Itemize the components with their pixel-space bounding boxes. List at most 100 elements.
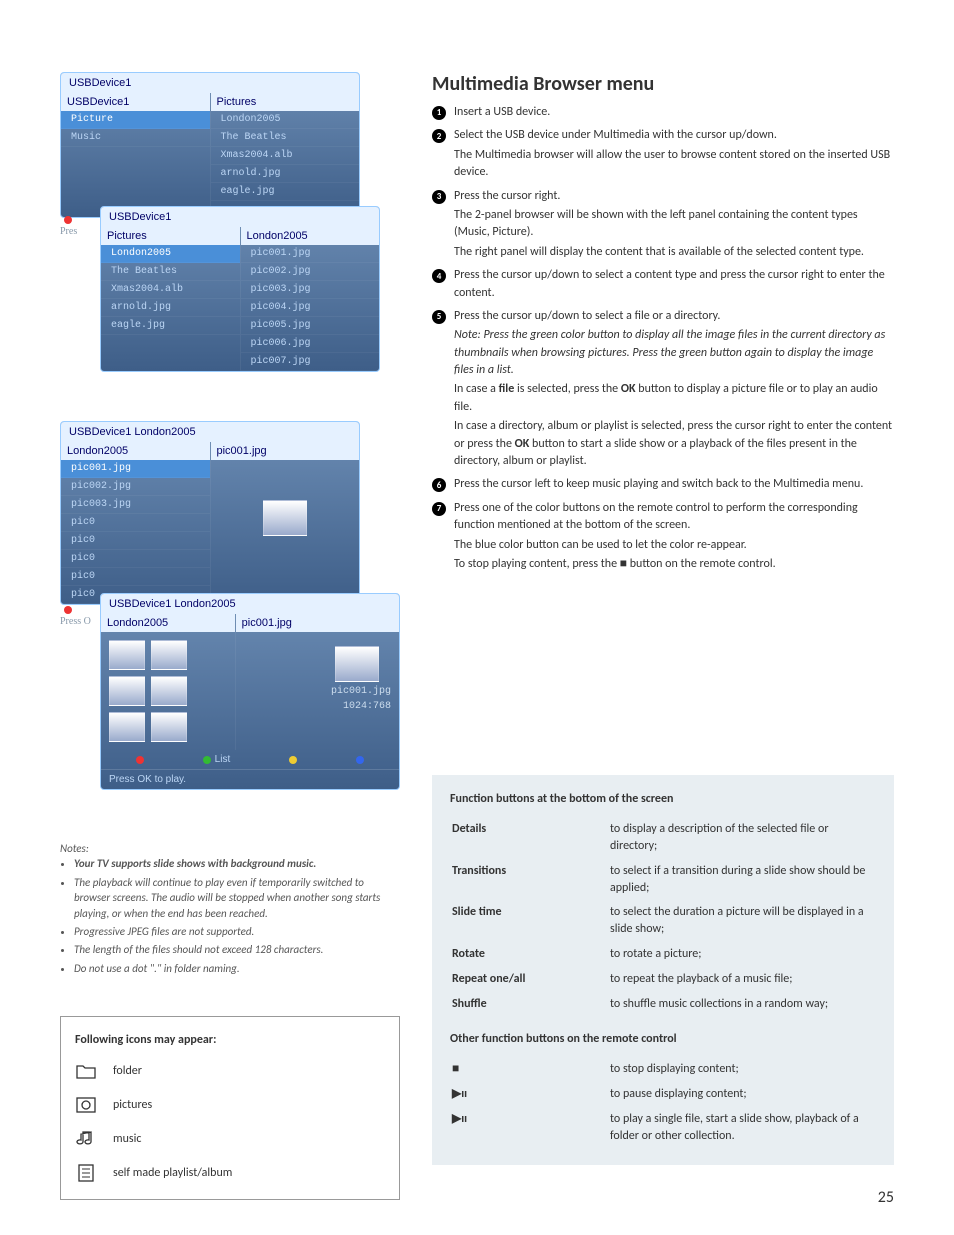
step-number-icon: 1 — [432, 106, 446, 120]
func-key: ▶ıı — [452, 1108, 608, 1148]
thumb — [151, 640, 187, 670]
list-item: pic002.jpg — [241, 263, 380, 281]
func-val: to rotate a picture; — [610, 943, 874, 966]
func-val: to stop displaying content; — [610, 1058, 874, 1081]
step-number-icon: 4 — [432, 269, 446, 283]
panel-header-left: USBDevice1 — [61, 93, 210, 111]
icon-label: folder — [113, 1064, 142, 1078]
page-number: 25 — [878, 1188, 894, 1207]
red-dot-icon — [64, 216, 72, 224]
panel-header-left: London2005 — [61, 442, 210, 460]
list-item: pic006.jpg — [241, 335, 380, 353]
func-val: to select if a transition during a slide… — [610, 860, 874, 900]
thumb — [151, 712, 187, 742]
function-buttons-box: Function buttons at the bottom of the sc… — [432, 775, 894, 1165]
step-number-icon: 3 — [432, 190, 446, 204]
list-item: pic007.jpg — [241, 353, 380, 371]
breadcrumb: USBDevice1 London2005 — [61, 422, 359, 442]
func-key: Slide time — [452, 901, 608, 941]
note-item: Do not use a dot "." in folder naming. — [74, 961, 400, 976]
blue-dot-icon — [356, 756, 364, 764]
func-val: to play a single file, start a slide sho… — [610, 1108, 874, 1148]
red-dot-icon — [64, 606, 72, 614]
func-key: Details — [452, 818, 608, 858]
yellow-dot-icon — [289, 756, 297, 764]
list-item: pic0 — [61, 568, 210, 586]
func-val: to select the duration a picture will be… — [610, 901, 874, 941]
music-icon — [75, 1129, 97, 1149]
step-text: Insert a USB device. — [454, 104, 894, 121]
browser-panel-2a: USBDevice1 London2005 London2005 pic001.… — [60, 421, 360, 605]
icon-label: pictures — [113, 1098, 152, 1112]
func-val: to display a description of the selected… — [610, 818, 874, 858]
func-key: Repeat one/all — [452, 968, 608, 991]
function-box-title2: Other function buttons on the remote con… — [450, 1031, 876, 1048]
playlist-icon — [75, 1163, 97, 1183]
list-item: pic005.jpg — [241, 317, 380, 335]
step-text: Select the USB device under Multimedia w… — [454, 127, 894, 144]
icon-label: music — [113, 1132, 141, 1146]
list-item: pic003.jpg — [241, 281, 380, 299]
folder-icon — [75, 1061, 97, 1081]
icons-legend-title: Following icons may appear: — [75, 1033, 385, 1047]
list-item: Picture — [61, 111, 210, 129]
list-item: Xmas2004.alb — [211, 147, 360, 165]
icon-label: self made playlist/album — [113, 1166, 232, 1180]
list-item: pic002.jpg — [61, 478, 210, 496]
list-item: eagle.jpg — [211, 183, 360, 201]
func-key: ■ — [452, 1058, 608, 1081]
list-item: pic0 — [61, 514, 210, 532]
step-number-icon: 6 — [432, 478, 446, 492]
footer-hint: Pres — [60, 226, 400, 237]
breadcrumb: USBDevice1 London2005 — [101, 594, 399, 614]
meta-resolution: 1024:768 — [236, 701, 399, 716]
step-text: The Multimedia browser will allow the us… — [454, 147, 894, 182]
list-item: pic0 — [61, 532, 210, 550]
list-item: Music — [61, 129, 210, 147]
list-item: pic001.jpg — [61, 460, 210, 478]
meta-filename: pic001.jpg — [236, 686, 399, 701]
thumb — [151, 676, 187, 706]
preview-thumb — [335, 646, 379, 682]
red-dot-icon — [136, 756, 144, 764]
page-title: Multimedia Browser menu — [432, 72, 894, 96]
step-text: In case a file is selected, press the OK… — [454, 381, 894, 416]
step-text: Press one of the color buttons on the re… — [454, 500, 894, 535]
function-box-title: Function buttons at the bottom of the sc… — [450, 791, 876, 808]
note-item: Progressive JPEG files are not supported… — [74, 924, 400, 939]
list-item: arnold.jpg — [101, 299, 240, 317]
step-text: Press the cursor up/down to select a fil… — [454, 308, 894, 325]
list-item: The Beatles — [101, 263, 240, 281]
func-key: Rotate — [452, 943, 608, 966]
browser-stack-2: USBDevice1 London2005 London2005 pic001.… — [60, 421, 400, 817]
footer-hint: Press OK to play. — [101, 769, 399, 789]
breadcrumb: USBDevice1 — [101, 207, 379, 227]
list-item: pic001.jpg — [241, 245, 380, 263]
step-text: The blue color button can be used to let… — [454, 537, 894, 554]
note-item: The length of the files should not excee… — [74, 942, 400, 957]
func-val: to repeat the playback of a music file; — [610, 968, 874, 991]
step-text: Press the cursor left to keep music play… — [454, 476, 894, 493]
step-number-icon: 5 — [432, 310, 446, 324]
thumb — [109, 676, 145, 706]
footer-hint: Press O — [60, 616, 400, 627]
thumb — [109, 712, 145, 742]
step-number-icon: 7 — [432, 502, 446, 516]
list-item: pic004.jpg — [241, 299, 380, 317]
thumb — [109, 640, 145, 670]
panel-header-right: Pictures — [211, 93, 360, 111]
pictures-icon — [75, 1095, 97, 1115]
icons-legend-box: Following icons may appear: folder pictu… — [60, 1016, 400, 1200]
list-item: London2005 — [211, 111, 360, 129]
browser-panel-1a: USBDevice1 USBDevice1 Picture Music Pict… — [60, 72, 360, 218]
notes-block: Notes: Your TV supports slide shows with… — [60, 841, 400, 976]
breadcrumb: USBDevice1 — [61, 73, 359, 93]
list-item: pic003.jpg — [61, 496, 210, 514]
step-text: To stop playing content, press the ■ but… — [454, 556, 894, 573]
list-item: eagle.jpg — [101, 317, 240, 335]
list-item: The Beatles — [211, 129, 360, 147]
browser-stack-1: USBDevice1 USBDevice1 Picture Music Pict… — [60, 72, 400, 399]
step-text: Press the cursor right. — [454, 188, 894, 205]
step-text: Press the cursor up/down to select a con… — [454, 267, 894, 302]
panel-header-right: pic001.jpg — [211, 442, 360, 460]
